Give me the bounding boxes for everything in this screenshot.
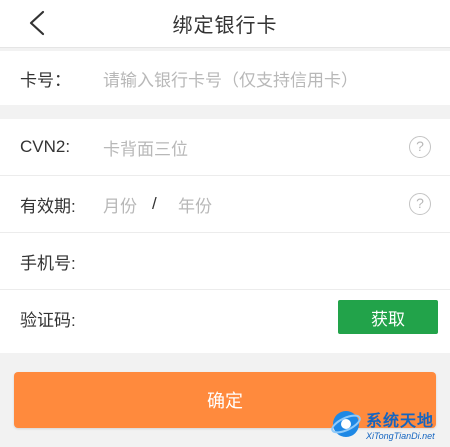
- watermark-url: XiTongTianDi.net: [366, 431, 435, 441]
- card-number-input[interactable]: 请输入银行卡号（仅支持信用卡）: [103, 66, 358, 91]
- phone-label: 手机号:: [20, 253, 76, 273]
- verification-input[interactable]: [103, 304, 303, 334]
- verification-label: 验证码:: [20, 311, 76, 330]
- watermark-title: 系统天地: [366, 413, 435, 430]
- card-details-section: CVN2: 卡背面三位 ? 有效期: 月份 / 年份 ? 手机号: 验证码: 获…: [0, 119, 450, 353]
- header-bar: 绑定银行卡: [0, 0, 450, 48]
- bind-bank-card-screen: 绑定银行卡 卡号： 请输入银行卡号（仅支持信用卡） CVN2: 卡背面三位 ? …: [0, 0, 450, 447]
- expiry-help-icon[interactable]: ?: [409, 193, 431, 215]
- cvn2-row: CVN2: 卡背面三位 ?: [0, 119, 450, 176]
- expiry-label: 有效期:: [20, 196, 76, 216]
- card-number-row: 卡号： 请输入银行卡号（仅支持信用卡）: [0, 51, 450, 105]
- expiry-row: 有效期: 月份 / 年份 ?: [0, 176, 450, 233]
- expiry-year-input[interactable]: 年份: [178, 192, 212, 217]
- get-code-button[interactable]: 获取: [338, 300, 438, 334]
- card-number-section: 卡号： 请输入银行卡号（仅支持信用卡）: [0, 51, 450, 105]
- watermark: 系统天地 XiTongTianDi.net: [330, 402, 448, 446]
- cvn2-label: CVN2:: [20, 137, 71, 156]
- expiry-separator: /: [152, 194, 157, 213]
- card-number-label: 卡号：: [20, 70, 71, 90]
- watermark-text: 系统天地 XiTongTianDi.net: [366, 407, 435, 441]
- expiry-month-input[interactable]: 月份: [103, 192, 137, 217]
- phone-row: 手机号:: [0, 233, 450, 290]
- cvn2-help-icon[interactable]: ?: [409, 136, 431, 158]
- phone-input[interactable]: [103, 246, 343, 276]
- back-button[interactable]: [20, 6, 54, 40]
- cvn2-input[interactable]: 卡背面三位: [103, 135, 188, 160]
- watermark-logo-icon: [331, 411, 361, 437]
- verification-row: 验证码: 获取: [0, 290, 450, 347]
- chevron-left-icon: [29, 10, 45, 36]
- page-title: 绑定银行卡: [172, 15, 278, 37]
